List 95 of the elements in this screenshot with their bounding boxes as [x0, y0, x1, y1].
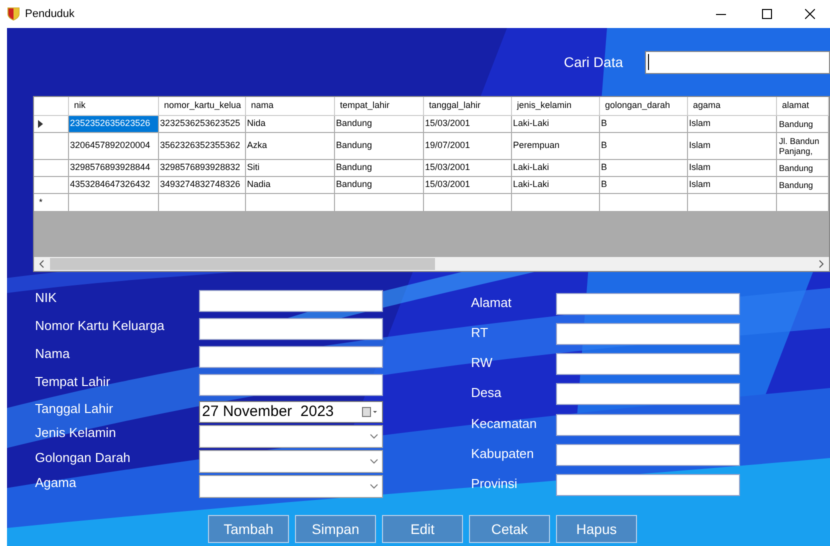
table-cell: Siti — [246, 160, 335, 176]
table-cell: Islam — [688, 133, 777, 159]
action-button[interactable]: Tambah — [208, 515, 289, 543]
action-button[interactable]: Hapus — [556, 515, 637, 543]
table-cell: Laki-Laki — [512, 177, 600, 193]
new-row-marker: * — [39, 196, 43, 209]
field-label: Kecamatan — [471, 414, 538, 433]
horizontal-scrollbar[interactable] — [34, 257, 829, 271]
combo-box[interactable] — [199, 425, 383, 448]
table-cell: 4353284647326432 — [69, 177, 159, 193]
table-cell: B — [600, 177, 688, 193]
table-cell: 3232536253623525 — [159, 116, 246, 132]
chevron-down-icon — [370, 434, 378, 439]
table-cell: B — [600, 160, 688, 176]
text-field[interactable] — [556, 353, 740, 376]
table-cell: Nadia — [246, 177, 335, 193]
table-cell: Bandung — [777, 177, 829, 193]
field-label: Jenis Kelamin — [35, 425, 117, 442]
chevron-down-icon — [370, 484, 378, 489]
column-header[interactable]: golongan_darah — [600, 97, 688, 115]
table-cell: Jl. Bandun Panjang, — [777, 133, 829, 159]
table-cell: Bandung — [335, 160, 424, 176]
text-field[interactable] — [556, 474, 740, 496]
text-field[interactable] — [199, 290, 383, 312]
column-header[interactable]: nama — [246, 97, 335, 115]
table-cell: Bandung — [777, 160, 829, 176]
text-field[interactable] — [199, 318, 383, 340]
window-title: Penduduk — [25, 6, 75, 22]
text-field[interactable] — [556, 293, 740, 315]
table-cell: Bandung — [777, 116, 829, 132]
table-cell: B — [600, 133, 688, 159]
action-button[interactable]: Simpan — [295, 515, 376, 543]
table-cell: 19/07/2001 — [424, 133, 512, 159]
table-cell: 3298576893928832 — [159, 160, 246, 176]
column-header[interactable]: nik — [69, 97, 159, 115]
field-label: Desa — [471, 384, 502, 402]
action-button[interactable]: Edit — [382, 515, 463, 543]
shield-icon — [7, 7, 20, 21]
table-cell: Azka — [246, 133, 335, 159]
table-cell: Laki-Laki — [512, 160, 600, 176]
table-cell: 3298576893928844 — [69, 160, 159, 176]
maximize-icon — [762, 9, 772, 19]
table-cell: Islam — [688, 116, 777, 132]
column-header[interactable]: tanggal_lahir — [424, 97, 512, 115]
date-picker[interactable]: 27 November 2023 — [199, 401, 383, 423]
column-header[interactable]: jenis_kelamin — [512, 97, 600, 115]
field-label: Agama — [35, 475, 78, 492]
table-cell: Bandung — [335, 133, 424, 159]
field-label: Kabupaten — [471, 444, 535, 463]
table-cell: Bandung — [335, 116, 424, 132]
field-label: RW — [471, 354, 494, 372]
calendar-dropdown-icon — [362, 407, 378, 417]
field-label: Nomor Kartu Keluarga — [35, 317, 166, 335]
action-button[interactable]: Cetak — [469, 515, 550, 543]
table-cell: Islam — [688, 177, 777, 193]
field-label: Provinsi — [471, 474, 518, 493]
text-field[interactable] — [556, 323, 740, 346]
text-field[interactable] — [556, 414, 740, 436]
table-cell: 15/03/2001 — [424, 177, 512, 193]
close-icon — [805, 9, 815, 19]
search-field[interactable] — [645, 50, 830, 74]
field-label: Tanggal Lahir — [35, 401, 114, 418]
table-cell: Nida — [246, 116, 335, 132]
table-cell: Islam — [688, 160, 777, 176]
scroll-left-icon[interactable] — [39, 260, 44, 268]
field-label: Tempat Lahir — [35, 373, 112, 391]
table-cell: 2352352635623526 — [69, 116, 159, 132]
table-cell: 3562326352355362 — [159, 133, 246, 159]
table-cell: 15/03/2001 — [424, 160, 512, 176]
search-label: Cari Data — [564, 52, 623, 72]
column-header[interactable]: tempat_lahir — [335, 97, 424, 115]
column-header[interactable]: agama — [688, 97, 777, 115]
table-cell: 3493274832748326 — [159, 177, 246, 193]
table-cell: Perempuan — [512, 133, 600, 159]
field-label: Alamat — [471, 294, 512, 312]
text-field[interactable] — [556, 444, 740, 466]
field-label: NIK — [35, 289, 58, 307]
text-field[interactable] — [199, 346, 383, 368]
row-pointer-icon — [38, 120, 43, 128]
column-header[interactable]: alamat — [777, 97, 829, 115]
field-label: Nama — [35, 345, 71, 363]
column-header[interactable]: nomor_kartu_kelua — [159, 97, 246, 115]
table-cell: 15/03/2001 — [424, 116, 512, 132]
combo-box[interactable] — [199, 450, 383, 473]
combo-box[interactable] — [199, 475, 383, 498]
text-field[interactable] — [556, 383, 740, 406]
table-cell: Laki-Laki — [512, 116, 600, 132]
text-field[interactable] — [199, 374, 383, 396]
chevron-down-icon — [370, 459, 378, 464]
table-cell: B — [600, 116, 688, 132]
field-label: Golongan Darah — [35, 450, 132, 467]
field-label: RT — [471, 324, 490, 342]
table-cell: 3206457892020004 — [69, 133, 159, 159]
scroll-right-icon[interactable] — [819, 260, 824, 268]
table-cell: Bandung — [335, 177, 424, 193]
